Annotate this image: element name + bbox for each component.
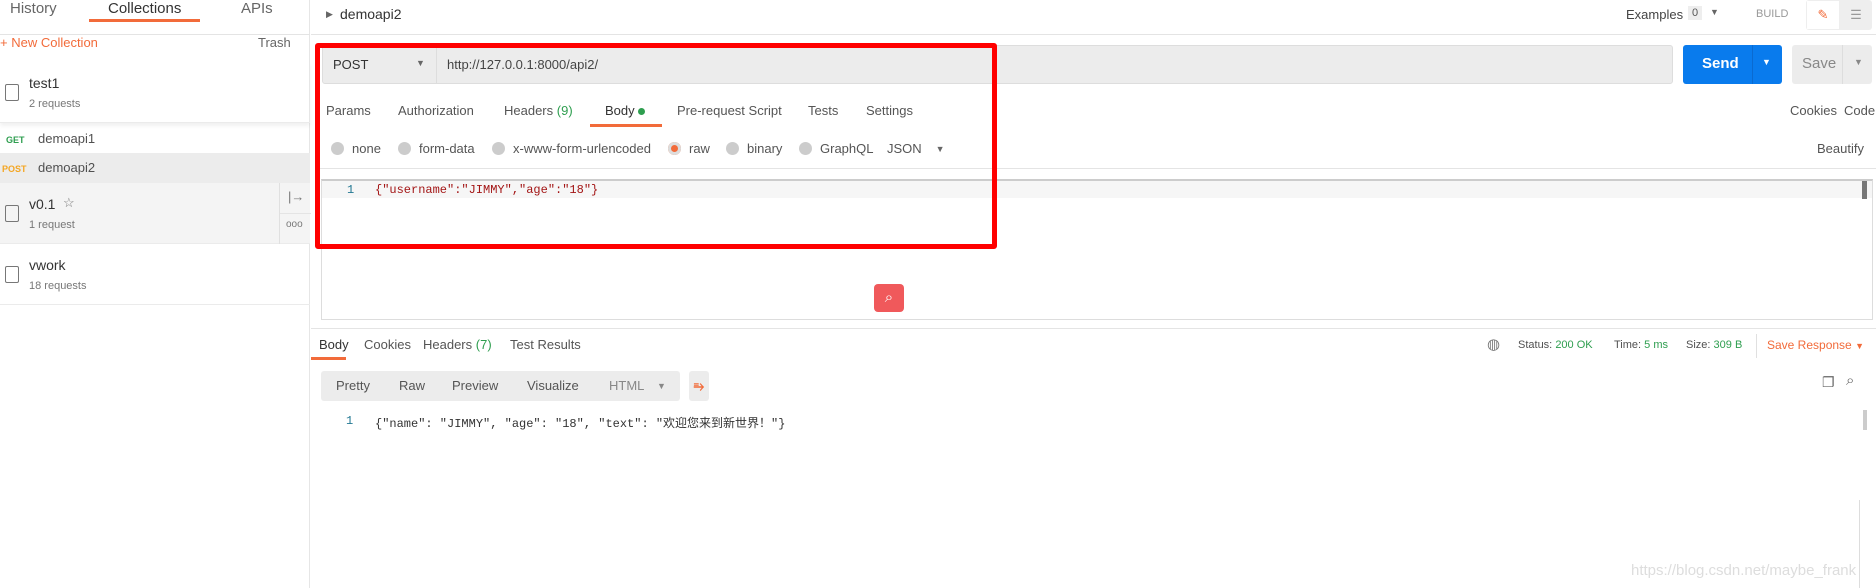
tab-collections[interactable]: Collections xyxy=(108,0,181,17)
mode-toggle: ✎ ☰ xyxy=(1806,0,1872,30)
globe-icon[interactable]: ◍ xyxy=(1487,335,1500,353)
tab-history[interactable]: History xyxy=(10,0,57,17)
star-icon[interactable]: ☆ xyxy=(63,195,75,211)
time-value: 5 ms xyxy=(1644,339,1668,351)
collection-name: v0.1 xyxy=(29,196,56,212)
method-badge: GET xyxy=(6,135,25,145)
trash-button[interactable]: Trash xyxy=(258,35,291,50)
format-label: HTML xyxy=(609,378,645,393)
status-value: 200 OK xyxy=(1555,339,1593,351)
save-label: Save xyxy=(1802,55,1837,72)
tab-label: Headers xyxy=(423,337,473,352)
examples-label[interactable]: Examples xyxy=(1626,7,1683,22)
headers-count: (7) xyxy=(475,337,492,352)
response-tab-test-results[interactable]: Test Results xyxy=(510,337,581,352)
save-response-label: Save Response xyxy=(1767,338,1852,352)
request-name: demoapi1 xyxy=(38,131,96,146)
folder-icon xyxy=(5,266,19,283)
search-floating-button[interactable]: ⌕ xyxy=(874,284,904,312)
request-item-demoapi2[interactable]: POST demoapi2 xyxy=(0,153,310,183)
send-button[interactable]: Send ▼ xyxy=(1683,45,1782,84)
method-badge: POST xyxy=(2,164,27,174)
response-code-line: {"name": "JIMMY", "age": "18", "text": "… xyxy=(375,417,786,431)
size: Size: 309 B xyxy=(1686,339,1742,351)
editor-scrollbar[interactable] xyxy=(1862,181,1867,199)
folder-icon xyxy=(5,205,19,222)
search-icon: ⌕ xyxy=(884,289,894,306)
cookies-link[interactable]: Cookies xyxy=(1790,103,1837,118)
response-format-select[interactable]: HTML ▼ xyxy=(600,371,679,401)
collection-name: vwork xyxy=(29,257,66,273)
code-link[interactable]: Code xyxy=(1844,103,1875,118)
save-dropdown-icon[interactable]: ▼ xyxy=(1854,57,1863,67)
active-tab-indicator xyxy=(311,357,346,360)
beautify-link[interactable]: Beautify xyxy=(1817,141,1864,156)
view-preview[interactable]: Preview xyxy=(452,371,498,401)
size-label: Size: xyxy=(1686,339,1711,351)
watermark: https://blog.csdn.net/maybe_frank xyxy=(1631,562,1857,579)
new-collection-button[interactable]: + New Collection xyxy=(0,35,98,50)
collection-vwork[interactable]: vwork 18 requests xyxy=(0,244,310,305)
time-label: Time: xyxy=(1614,339,1642,351)
response-tab-body[interactable]: Body xyxy=(319,337,349,352)
request-name: demoapi2 xyxy=(38,160,96,175)
size-value: 309 B xyxy=(1713,339,1743,351)
collapse-caret-icon[interactable]: ▶ xyxy=(326,9,333,20)
line-number: 1 xyxy=(346,414,354,428)
collection-actions: |→ ooo xyxy=(279,183,311,244)
send-dropdown-icon[interactable]: ▼ xyxy=(1762,57,1771,67)
time: Time: 5 ms xyxy=(1614,339,1668,351)
collection-count: 1 request xyxy=(29,219,75,231)
status: Status: 200 OK xyxy=(1518,339,1593,351)
highlight-box xyxy=(315,43,997,249)
status-label: Status: xyxy=(1518,339,1553,351)
sidebar: History Collections APIs + New Collectio… xyxy=(0,0,311,588)
search-icon[interactable]: ⌕ xyxy=(1846,372,1854,389)
view-pretty[interactable]: Pretty xyxy=(336,371,370,401)
send-label: Send xyxy=(1702,55,1739,72)
copy-icon[interactable]: ❐ xyxy=(1822,374,1835,391)
examples-count: 0 xyxy=(1688,6,1703,20)
view-visualize[interactable]: Visualize xyxy=(527,371,579,401)
collection-test1[interactable]: test1 2 requests xyxy=(0,62,310,123)
examples-dropdown-icon[interactable]: ▼ xyxy=(1710,7,1719,17)
response-scrollbar[interactable] xyxy=(1863,410,1867,430)
divider xyxy=(311,328,1876,329)
build-mode-button[interactable]: BUILD xyxy=(1756,8,1788,20)
folder-icon xyxy=(5,84,19,101)
wrap-lines-button[interactable]: ⥱ xyxy=(689,371,709,401)
divider xyxy=(311,34,1876,35)
expand-arrow-icon[interactable]: |→ xyxy=(288,189,304,204)
view-raw[interactable]: Raw xyxy=(399,371,425,401)
tab-apis[interactable]: APIs xyxy=(241,0,273,17)
request-title: demoapi2 xyxy=(340,6,402,22)
format-dropdown-icon: ▼ xyxy=(657,381,666,391)
save-response-button[interactable]: Save Response ▼ xyxy=(1767,338,1864,352)
wrap-icon: ⥱ xyxy=(693,378,705,393)
collection-count: 18 requests xyxy=(29,280,87,292)
more-options-icon[interactable]: ooo xyxy=(286,219,303,230)
response-tab-headers[interactable]: Headers (7) xyxy=(423,337,492,352)
edit-pencil-icon[interactable]: ✎ xyxy=(1807,1,1839,29)
comments-icon[interactable]: ☰ xyxy=(1842,1,1870,29)
collection-v0-1[interactable]: v0.1 ☆ 1 request |→ ooo xyxy=(0,183,311,244)
save-response-dropdown-icon: ▼ xyxy=(1855,341,1864,351)
request-item-demoapi1[interactable]: GET demoapi1 xyxy=(0,124,310,154)
save-button[interactable]: Save ▼ xyxy=(1792,45,1872,84)
collection-count: 2 requests xyxy=(29,98,81,110)
response-tab-cookies[interactable]: Cookies xyxy=(364,337,411,352)
active-tab-indicator xyxy=(89,19,200,22)
collection-name: test1 xyxy=(29,75,60,91)
